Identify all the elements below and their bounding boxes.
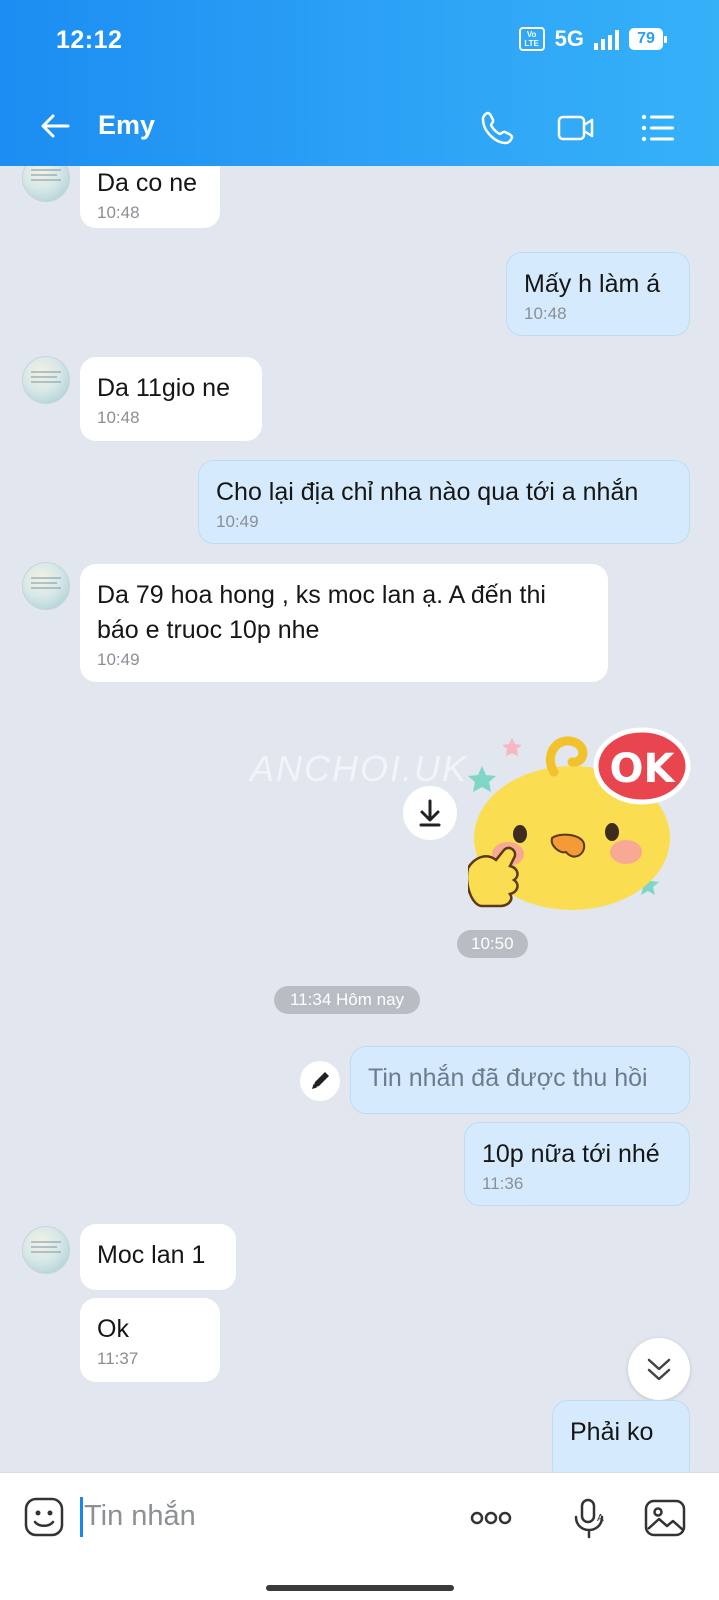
- watermark: ANCHOI.UK: [250, 748, 469, 789]
- home-indicator: [266, 1585, 454, 1591]
- date-separator: 11:34 Hôm nay: [274, 986, 421, 1014]
- message-composer: A: [0, 1472, 719, 1600]
- voice-microphone-icon[interactable]: A: [566, 1495, 612, 1541]
- message-text: Cho lại địa chỉ nha nào qua tới a nhắn: [216, 478, 639, 506]
- double-chevron-down-icon: [647, 1358, 671, 1381]
- message-text: Ok: [97, 1315, 129, 1343]
- message-time: 10:49: [216, 512, 259, 531]
- emoji-sticker-icon[interactable]: [22, 1495, 66, 1539]
- phone-call-icon[interactable]: [478, 108, 518, 148]
- message-bubble-outgoing[interactable]: Mấy h làm á 10:48: [506, 252, 690, 336]
- message-bubble-incoming[interactable]: Da co ne 10:48: [80, 166, 220, 228]
- message-text: Da 11gio ne: [97, 374, 230, 402]
- status-time: 12:12: [56, 26, 123, 54]
- avatar[interactable]: [22, 166, 70, 202]
- message-text: Tin nhắn đã được thu hồi: [368, 1064, 648, 1092]
- download-icon: [419, 799, 441, 827]
- avatar[interactable]: [22, 562, 70, 610]
- network-type: 5G: [554, 26, 584, 51]
- status-icons: Vo LTE 5G 79: [518, 26, 667, 52]
- contact-name[interactable]: Emy: [98, 110, 155, 141]
- message-time: 10:48: [524, 304, 567, 323]
- sticker-time: 10:50: [457, 930, 528, 958]
- signal-icon: [594, 28, 619, 50]
- text-cursor: [80, 1497, 83, 1537]
- message-time: 10:49: [97, 650, 140, 669]
- message-input[interactable]: [84, 1493, 444, 1539]
- ok-sticker[interactable]: OK: [465, 726, 694, 912]
- message-text: Moc lan 1: [97, 1241, 206, 1269]
- menu-list-icon[interactable]: [638, 108, 678, 148]
- message-time: 10:48: [97, 408, 140, 427]
- message-bubble-incoming[interactable]: Da 11gio ne 10:48: [80, 357, 262, 441]
- message-text: Phải ko: [570, 1418, 654, 1446]
- message-time: 11:37: [97, 1349, 139, 1368]
- scroll-to-bottom-button[interactable]: [628, 1338, 690, 1400]
- message-text: Da 79 hoa hong , ks moc lan ạ. A đến thi…: [97, 581, 546, 644]
- message-bubble-recalled[interactable]: Tin nhắn đã được thu hồi: [350, 1046, 690, 1114]
- sticker-label: OK: [610, 746, 677, 792]
- svg-text:A: A: [597, 1513, 604, 1524]
- message-bubble-incoming[interactable]: Da 79 hoa hong , ks moc lan ạ. A đến thi…: [80, 564, 608, 682]
- video-call-icon[interactable]: [556, 108, 596, 148]
- message-text: Da co ne: [97, 169, 198, 197]
- message-text: Mấy h làm á: [524, 270, 661, 298]
- more-options-icon[interactable]: [468, 1495, 514, 1541]
- message-bubble-incoming[interactable]: Moc lan 1: [80, 1224, 236, 1290]
- edit-button[interactable]: [300, 1061, 340, 1101]
- message-bubble-outgoing[interactable]: 10p nữa tới nhé 11:36: [464, 1122, 690, 1206]
- message-bubble-outgoing[interactable]: Cho lại địa chỉ nha nào qua tới a nhắn 1…: [198, 460, 690, 544]
- avatar[interactable]: [22, 356, 70, 404]
- avatar[interactable]: [22, 1226, 70, 1274]
- message-bubble-incoming[interactable]: Ok 11:37: [80, 1298, 220, 1382]
- image-gallery-icon[interactable]: [642, 1495, 688, 1541]
- message-bubble-outgoing[interactable]: Phải ko: [552, 1400, 690, 1472]
- message-text: 10p nữa tới nhé: [482, 1140, 660, 1168]
- chat-header: 12:12 Vo LTE 5G 79 Emy: [0, 0, 719, 166]
- back-arrow-icon[interactable]: [38, 108, 74, 144]
- pencil-icon: [312, 1072, 329, 1089]
- volte-icon: Vo LTE: [518, 27, 545, 51]
- download-button[interactable]: [403, 786, 457, 840]
- message-time: 10:48: [97, 203, 140, 222]
- message-time: 11:36: [482, 1174, 524, 1193]
- battery-icon: 79: [629, 28, 667, 50]
- message-list[interactable]: Da co ne 10:48 Mấy h làm á 10:48 Da 11gi…: [0, 166, 719, 1472]
